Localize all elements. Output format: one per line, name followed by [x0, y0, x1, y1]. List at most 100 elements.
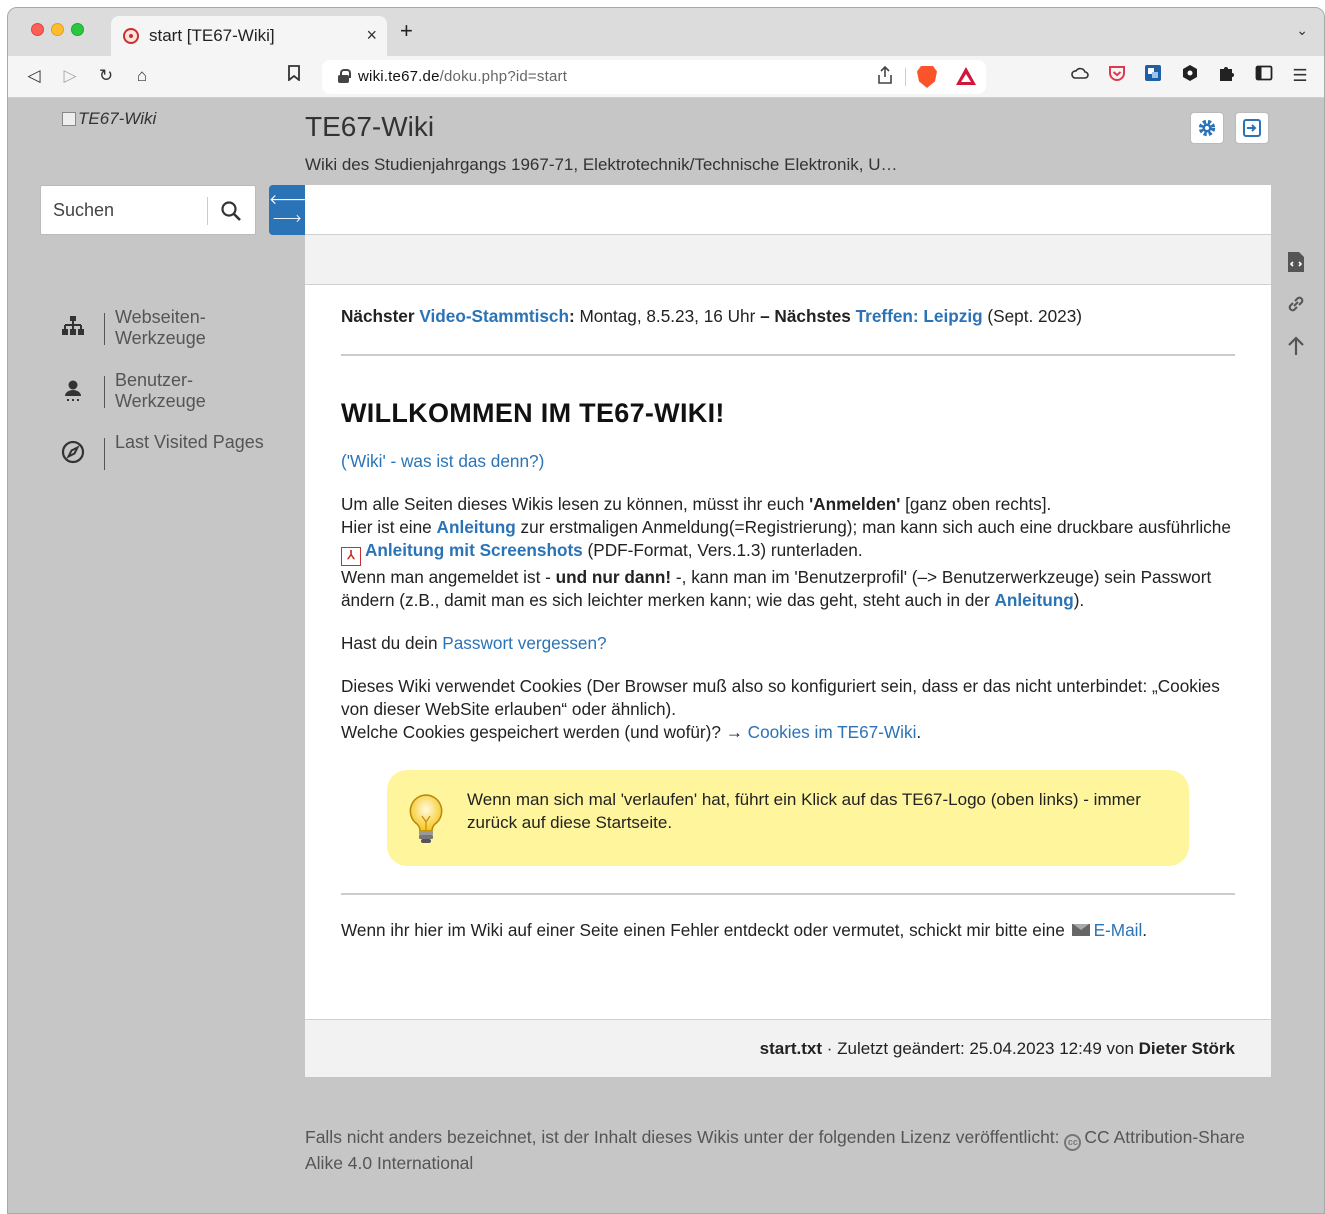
menu-icon[interactable]: ☰ — [1288, 64, 1312, 88]
text: . — [916, 722, 922, 742]
page-filename: start.txt — [759, 1039, 823, 1058]
login-button[interactable] — [1235, 112, 1269, 144]
anleitung-link[interactable]: Anleitung — [437, 517, 516, 537]
page-author: Dieter Störk — [1138, 1039, 1235, 1058]
site-favicon-icon — [123, 28, 139, 44]
sidebar-icon[interactable] — [1252, 64, 1276, 88]
share-icon[interactable] — [878, 65, 892, 89]
news-meeting-date: (Sept. 2023) — [982, 306, 1083, 326]
sidebar-toggle-button[interactable]: 🡐 🡒 — [269, 185, 307, 235]
minimize-window-button[interactable] — [51, 23, 64, 36]
wiki-explanation-link[interactable]: ('Wiki' - was ist das denn?) — [341, 451, 544, 471]
page-tools — [1283, 249, 1309, 375]
sidebar-item-webseiten-werkzeuge[interactable]: Webseiten-Werkzeuge — [60, 305, 280, 353]
pocket-icon[interactable] — [1105, 64, 1129, 89]
main-content: Nächster Video-Stammtisch: Montag, 8.5.2… — [305, 185, 1271, 1077]
browser-toolbar: ◁ ▷ ↻ ⌂ wiki.te67.de/doku.php?id=start ☰ — [8, 56, 1324, 98]
zoom-window-button[interactable] — [71, 23, 84, 36]
forward-icon[interactable]: ▷ — [58, 64, 82, 88]
license-notice: Falls nicht anders bezeichnet, ist der I… — [305, 1125, 1255, 1176]
anleitung-pdf-link[interactable]: Anleitung mit Screenshots — [365, 540, 583, 560]
contact-paragraph: Wenn ihr hier im Wiki auf einer Seite ei… — [341, 919, 1235, 942]
sitemap-icon — [60, 315, 86, 341]
text-bold: und nur dann! — [555, 567, 672, 587]
brave-rewards-icon[interactable] — [956, 67, 976, 85]
lock-icon — [338, 69, 351, 83]
puzzle-icon[interactable] — [1214, 64, 1238, 89]
extension-icon[interactable] — [1141, 64, 1165, 89]
forgot-password-link[interactable]: Passwort vergessen? — [442, 633, 606, 653]
search-icon — [221, 201, 241, 221]
sidebar-item-benutzer-werkzeuge[interactable]: Benutzer-Werkzeuge — [60, 368, 280, 416]
search-button[interactable] — [213, 194, 249, 228]
mail-icon — [1071, 924, 1090, 936]
close-window-button[interactable] — [31, 23, 44, 36]
show-source-icon[interactable] — [1283, 249, 1309, 275]
tab-bar: start [TE67-Wiki] × + ⌄ — [8, 8, 1324, 56]
content-header — [305, 185, 1271, 235]
arrow-left-icon: 🡐 — [269, 191, 307, 207]
back-to-top-icon[interactable] — [1283, 333, 1309, 359]
new-tab-button[interactable]: + — [400, 20, 413, 42]
search-input[interactable] — [41, 186, 207, 234]
browser-window: start [TE67-Wiki] × + ⌄ ◁ ▷ ↻ ⌂ wiki.te6… — [7, 7, 1325, 1214]
email-link[interactable]: E-Mail — [1094, 920, 1143, 940]
cc-license-icon: cc — [1064, 1134, 1082, 1151]
sidebar-item-last-visited[interactable]: Last Visited Pages — [60, 430, 280, 478]
text: Wenn ihr hier im Wiki auf einer Seite ei… — [341, 920, 1070, 940]
news-label: Nächster — [341, 306, 420, 326]
sidebar-item-label: Benutzer-Werkzeuge — [115, 370, 206, 411]
page-info-footer: start.txt · Zuletzt geändert: 25.04.2023… — [305, 1019, 1271, 1077]
text: [ganz oben rechts]. — [900, 494, 1052, 514]
home-icon[interactable]: ⌂ — [130, 64, 154, 88]
page-heading: WILLKOMMEN IM TE67-WIKI! — [341, 398, 725, 428]
last-modified-text: · Zuletzt geändert: 25.04.2023 12:49 von — [822, 1039, 1139, 1058]
address-bar[interactable]: wiki.te67.de/doku.php?id=start — [322, 60, 986, 94]
license-text: Falls nicht anders bezeichnet, ist der I… — [305, 1127, 1065, 1147]
url-text[interactable]: wiki.te67.de/doku.php?id=start — [358, 68, 567, 85]
news-line: Nächster Video-Stammtisch: Montag, 8.5.2… — [341, 305, 1235, 328]
article: Nächster Video-Stammtisch: Montag, 8.5.2… — [305, 305, 1271, 942]
news-next-label: – Nächstes — [760, 306, 856, 326]
brave-shields-icon[interactable] — [917, 66, 937, 88]
divider — [341, 893, 1235, 895]
text: Hast du dein — [341, 633, 443, 653]
text: Um alle Seiten dieses Wikis lesen zu kön… — [341, 494, 810, 514]
site-title[interactable]: TE67-Wiki — [305, 111, 434, 143]
cookies-link[interactable]: Cookies im TE67-Wiki — [748, 722, 917, 742]
password-paragraph: Hast du dein Passwort vergessen? — [341, 632, 1235, 655]
breadcrumb-bar — [305, 235, 1271, 285]
lightbulb-icon — [409, 794, 443, 843]
treffen-leipzig-link[interactable]: Treffen: Leipzig — [856, 306, 983, 326]
sidebar-divider — [104, 438, 105, 470]
text: (PDF-Format, Vers.1.3) runterladen. — [582, 540, 863, 560]
anleitung-link-2[interactable]: Anleitung — [994, 590, 1073, 610]
sidebar-divider — [104, 313, 105, 345]
active-tab[interactable]: start [TE67-Wiki] × — [111, 16, 387, 56]
text: Welche Cookies gespeichert werden (und w… — [341, 722, 748, 742]
search-divider — [207, 197, 208, 225]
news-date: Montag, 8.5.23, 16 Uhr — [574, 306, 761, 326]
admin-button[interactable] — [1190, 112, 1224, 144]
search-box — [40, 185, 256, 235]
video-stammtisch-link[interactable]: Video-Stammtisch — [419, 306, 569, 326]
site-logo[interactable]: TE67-Wiki — [62, 109, 156, 129]
tab-close-icon[interactable]: × — [366, 25, 377, 46]
back-icon[interactable]: ◁ — [22, 64, 46, 88]
sidebar-divider — [104, 376, 105, 408]
cloud-icon[interactable] — [1068, 64, 1092, 88]
permalink-icon[interactable] — [1283, 291, 1309, 317]
text: Hier ist eine — [341, 517, 437, 537]
tip-note: Wenn man sich mal 'verlaufen' hat, führt… — [387, 770, 1189, 866]
text: zur erstmaligen Anmeldung(=Registrierung… — [515, 517, 1231, 537]
text: Wenn man angemeldet ist - — [341, 567, 556, 587]
text-bold: 'Anmelden' — [809, 494, 901, 514]
wiki-explanation-paragraph: ('Wiki' - was ist das denn?) — [341, 450, 1235, 473]
bookmark-icon[interactable] — [282, 64, 306, 88]
pdf-icon: ⅄ — [341, 547, 361, 566]
gear-icon — [1198, 119, 1216, 137]
reload-icon[interactable]: ↻ — [94, 64, 118, 88]
sidebar-item-label: Last Visited Pages — [115, 432, 264, 452]
hexagon-extension-icon[interactable] — [1178, 64, 1202, 89]
tab-list-chevron-icon[interactable]: ⌄ — [1296, 22, 1308, 39]
